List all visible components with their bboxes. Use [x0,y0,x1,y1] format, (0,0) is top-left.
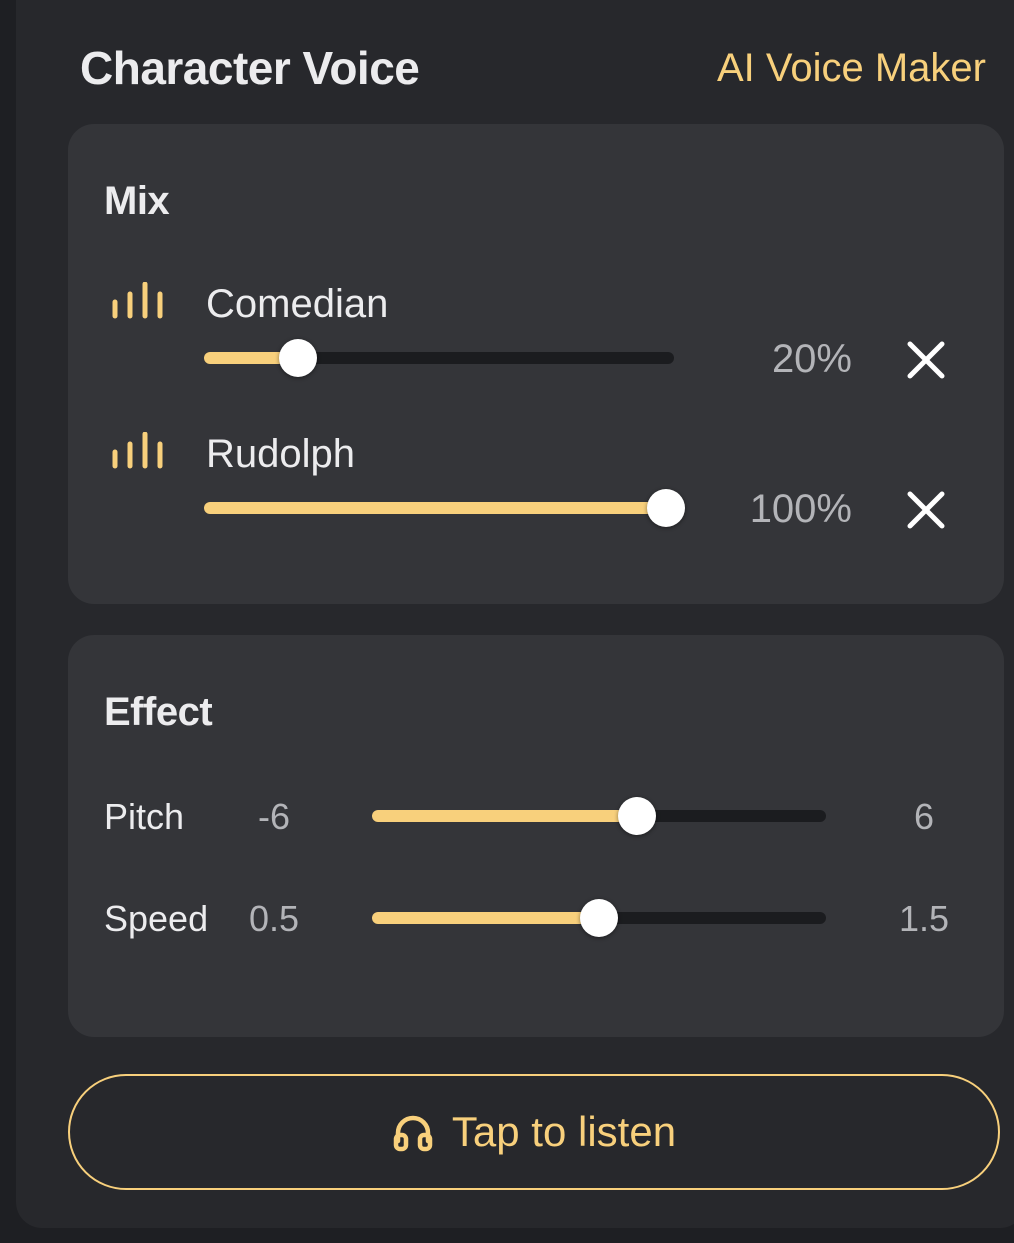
panel-title: Character Voice [80,42,420,94]
pitch-label: Pitch [104,796,185,837]
headphones-icon [393,1115,433,1152]
comedian-mix-percent: 20% [771,337,852,381]
close-icon[interactable] [904,338,948,382]
effect-card: Effect Pitch -6 6 Speed 0.5 1.5 [68,635,1004,1037]
voice-name-comedian: Comedian [206,282,389,326]
mix-title: Mix [104,179,170,223]
rudolph-mix-slider[interactable] [204,488,685,528]
mix-card: Mix Comedian 20% Rudolph 100% [68,124,1004,604]
rudolph-mix-percent: 100% [749,487,852,531]
speed-max-label: 1.5 [898,898,950,939]
pitch-min-label: -6 [257,796,290,837]
slider-thumb[interactable] [279,339,317,377]
comedian-mix-slider[interactable] [204,338,674,378]
slider-fill [372,912,599,924]
listen-button-label: Tap to listen [451,1108,677,1155]
speed-label: Speed [104,898,209,939]
ai-voice-maker-link[interactable]: AI Voice Maker [717,42,986,94]
slider-fill [204,502,666,514]
speed-min-label: 0.5 [248,898,300,939]
tap-to-listen-button[interactable]: Tap to listen [68,1074,1000,1190]
slider-thumb[interactable] [580,899,618,937]
speed-slider[interactable] [372,898,826,938]
close-icon[interactable] [904,488,948,532]
character-voice-panel: Character Voice AI Voice Maker Mix Comed… [16,0,1014,1228]
slider-fill [372,810,637,822]
slider-thumb[interactable] [647,489,685,527]
effect-title: Effect [104,690,213,734]
voice-name-rudolph: Rudolph [206,432,356,476]
sound-wave-icon [112,282,163,319]
pitch-slider[interactable] [372,796,826,836]
sound-wave-icon [112,432,163,469]
pitch-max-label: 6 [913,796,935,837]
slider-thumb[interactable] [617,797,656,835]
